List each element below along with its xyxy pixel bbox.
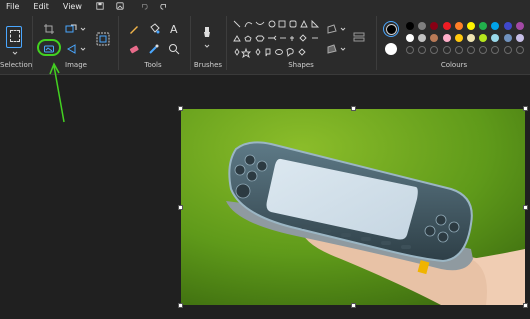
undo-icon[interactable] [140, 2, 148, 10]
ribbon-separator [190, 16, 191, 70]
shape-outline-icon[interactable] [326, 23, 338, 35]
text-icon[interactable]: A [168, 22, 180, 34]
menu-edit[interactable]: Edit [33, 2, 49, 11]
color-swatch[interactable] [503, 34, 512, 42]
rotate-icon[interactable] [65, 43, 77, 55]
ribbon-separator [118, 16, 119, 70]
resize-handle[interactable] [523, 106, 528, 111]
resize-handle[interactable] [523, 205, 528, 210]
color-swatch[interactable] [479, 34, 488, 42]
primary-color-selector[interactable] [383, 21, 399, 37]
crop-icon-top[interactable] [43, 23, 55, 35]
custom-color-slot[interactable] [442, 46, 451, 54]
custom-color-slot[interactable] [454, 46, 463, 54]
chevron-down-icon[interactable] [340, 26, 346, 32]
color-swatch[interactable] [515, 22, 524, 30]
custom-color-slot[interactable] [430, 46, 439, 54]
redo-icon[interactable] [160, 2, 168, 10]
color-swatch[interactable] [479, 22, 488, 30]
image-properties-icon[interactable] [116, 2, 124, 10]
primary-color-swatch [386, 24, 397, 35]
custom-color-slot[interactable] [406, 46, 414, 54]
resize-handle[interactable] [178, 106, 183, 111]
resize-handle[interactable] [351, 106, 356, 111]
group-label-selection: Selection [0, 61, 33, 69]
group-label-shapes: Shapes [288, 61, 314, 69]
eraser-icon[interactable] [128, 43, 140, 55]
color-swatch[interactable] [442, 34, 451, 42]
color-swatch[interactable] [515, 34, 524, 42]
chevron-down-icon[interactable] [80, 46, 86, 52]
chevron-down-icon[interactable] [340, 46, 346, 52]
magnifier-icon[interactable] [168, 43, 180, 55]
ribbon: Selection Image A Tools Brushes Shapes C… [0, 12, 530, 75]
color-swatch[interactable] [491, 22, 500, 30]
resize-icon[interactable] [65, 23, 77, 35]
color-swatch[interactable] [406, 34, 414, 42]
color-swatch[interactable] [503, 22, 512, 30]
menu-bar: File Edit View [0, 0, 530, 12]
group-label-tools: Tools [144, 61, 162, 69]
custom-color-slot[interactable] [418, 46, 427, 54]
color-swatch[interactable] [418, 34, 427, 42]
resize-handle[interactable] [178, 205, 183, 210]
color-swatch[interactable] [442, 22, 451, 30]
brush-icon[interactable] [201, 26, 213, 38]
group-label-image: Image [65, 61, 87, 69]
layers-icon[interactable] [352, 30, 366, 44]
color-swatch[interactable] [430, 22, 439, 30]
shapes-gallery[interactable] [232, 19, 322, 59]
ribbon-separator [376, 16, 377, 70]
color-swatch[interactable] [430, 34, 439, 42]
menu-file[interactable]: File [6, 2, 19, 11]
custom-color-slot[interactable] [467, 46, 475, 54]
canvas-image[interactable] [181, 109, 525, 305]
custom-color-slot[interactable] [515, 46, 524, 54]
highlight-ring [37, 39, 61, 56]
color-swatch[interactable] [491, 34, 500, 42]
pencil-icon[interactable] [128, 23, 140, 35]
custom-color-slot[interactable] [479, 46, 488, 54]
secondary-color-swatch[interactable] [385, 43, 397, 55]
group-label-brushes: Brushes [193, 61, 223, 69]
annotation-arrow [49, 62, 65, 123]
svg-text:A: A [170, 23, 178, 34]
fill-icon[interactable] [148, 23, 160, 35]
resize-handle[interactable] [351, 303, 356, 308]
ribbon-separator [32, 16, 33, 70]
selection-button[interactable] [6, 26, 22, 48]
color-picker-icon[interactable] [148, 43, 160, 55]
menu-view[interactable]: View [63, 2, 82, 11]
shape-fill-icon[interactable] [326, 43, 338, 55]
ribbon-separator [226, 16, 227, 70]
custom-color-slot[interactable] [491, 46, 500, 54]
color-swatch[interactable] [467, 34, 475, 42]
color-swatch[interactable] [467, 22, 475, 30]
color-swatch[interactable] [454, 34, 463, 42]
color-swatch[interactable] [454, 22, 463, 30]
resize-handle[interactable] [523, 303, 528, 308]
chevron-down-icon[interactable] [80, 26, 86, 32]
chevron-down-icon[interactable] [12, 50, 18, 56]
psp-photo [181, 109, 525, 305]
image-edit-icon[interactable] [96, 32, 110, 46]
color-swatch[interactable] [406, 22, 414, 30]
group-label-colours: Colours [440, 61, 468, 69]
color-swatch[interactable] [418, 22, 427, 30]
resize-handle[interactable] [178, 303, 183, 308]
save-icon[interactable] [96, 2, 104, 10]
custom-color-slot[interactable] [503, 46, 512, 54]
chevron-down-icon[interactable] [204, 43, 210, 49]
